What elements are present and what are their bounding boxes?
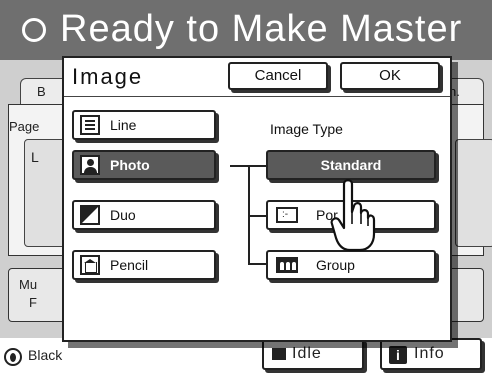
info-button[interactable]: i Info bbox=[380, 338, 482, 370]
group-icon bbox=[276, 257, 298, 273]
duo-mode-icon bbox=[80, 205, 100, 225]
idle-icon bbox=[272, 348, 286, 360]
photo-mode-button[interactable]: Photo bbox=[72, 150, 216, 180]
idle-label: Idle bbox=[292, 345, 322, 362]
image-type-heading: Image Type bbox=[270, 121, 343, 137]
pointing-hand-icon bbox=[330, 179, 376, 252]
info-icon: i bbox=[389, 346, 407, 364]
line-mode-button[interactable]: Line bbox=[72, 110, 216, 140]
status-title: Ready to Make Master bbox=[60, 8, 463, 50]
dialog-title: Image bbox=[72, 64, 144, 89]
multi-page-label-1: Mu bbox=[19, 277, 38, 292]
circle-outline-icon bbox=[22, 18, 46, 42]
photo-mode-icon bbox=[80, 155, 100, 175]
connector-line bbox=[248, 263, 266, 265]
line-mode-icon bbox=[80, 115, 100, 135]
connector-line bbox=[248, 215, 266, 217]
pencil-mode-icon bbox=[80, 255, 100, 275]
cancel-button[interactable]: Cancel bbox=[228, 62, 328, 90]
ok-button[interactable]: OK bbox=[340, 62, 440, 90]
multi-page-label-2: F bbox=[29, 295, 37, 310]
background-right-box[interactable] bbox=[455, 139, 492, 247]
ink-color-label: Black bbox=[28, 347, 63, 363]
connector-line bbox=[248, 165, 266, 167]
portrait-icon: :- bbox=[276, 207, 298, 223]
pencil-mode-label: Pencil bbox=[110, 257, 149, 273]
pencil-mode-button[interactable]: Pencil bbox=[72, 250, 216, 280]
info-label: Info bbox=[414, 345, 445, 362]
background-side-letter: L bbox=[31, 149, 39, 165]
line-mode-label: Line bbox=[110, 117, 137, 133]
dialog-divider bbox=[64, 96, 450, 97]
duo-mode-button[interactable]: Duo bbox=[72, 200, 216, 230]
page-label: Page bbox=[9, 119, 40, 134]
group-type-button[interactable]: Group bbox=[266, 250, 436, 280]
idle-button[interactable]: Idle bbox=[262, 338, 364, 370]
connector-line bbox=[230, 165, 250, 167]
ink-drum-icon bbox=[4, 348, 22, 366]
status-header: Ready to Make Master bbox=[0, 0, 492, 60]
standard-type-button[interactable]: Standard bbox=[266, 150, 436, 180]
duo-mode-label: Duo bbox=[110, 207, 136, 223]
image-dialog: Image Cancel OK Line Photo Duo Pencil Im… bbox=[62, 56, 452, 342]
group-type-label: Group bbox=[316, 257, 355, 273]
photo-mode-label: Photo bbox=[110, 157, 150, 173]
